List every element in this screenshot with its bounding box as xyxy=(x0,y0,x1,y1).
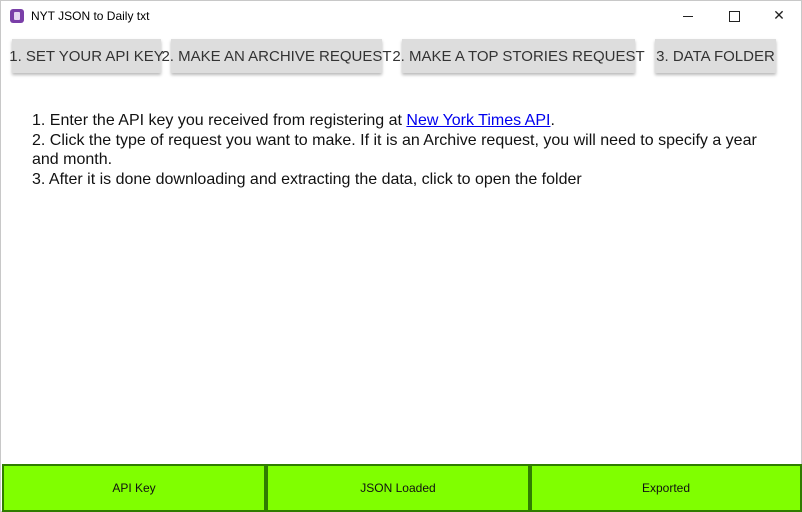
title-bar[interactable]: NYT JSON to Daily txt ✕ xyxy=(1,1,801,31)
instruction-step-1-suffix: . xyxy=(550,112,555,129)
window-title: NYT JSON to Daily txt xyxy=(31,9,150,23)
minimize-icon xyxy=(683,15,693,17)
status-api-key: API Key xyxy=(2,464,266,512)
instruction-step-1-text: 1. Enter the API key you received from r… xyxy=(32,112,407,129)
instructions: 1. Enter the API key you received from r… xyxy=(32,111,782,189)
instruction-step-1: 1. Enter the API key you received from r… xyxy=(32,111,782,131)
top-stories-request-button[interactable]: 2. MAKE A TOP STORIES REQUEST xyxy=(392,39,645,73)
nyt-api-link[interactable]: New York Times API xyxy=(406,112,550,129)
set-api-key-button[interactable]: 1. SET YOUR API KEY xyxy=(9,39,164,73)
status-exported: Exported xyxy=(530,464,802,512)
close-icon: ✕ xyxy=(773,8,785,24)
archive-request-button[interactable]: 2. MAKE AN ARCHIVE REQUEST xyxy=(161,39,392,73)
instruction-step-3: 3. After it is done downloading and extr… xyxy=(32,170,582,188)
data-folder-button[interactable]: 3. DATA FOLDER xyxy=(655,39,776,73)
app-icon xyxy=(10,9,24,23)
app-window: NYT JSON to Daily txt ✕ 1. SET YOUR API … xyxy=(0,0,802,512)
close-button[interactable]: ✕ xyxy=(756,1,802,31)
minimize-button[interactable] xyxy=(665,1,711,31)
status-json-loaded: JSON Loaded xyxy=(266,464,530,512)
maximize-icon xyxy=(728,10,740,22)
status-bar: API Key JSON Loaded Exported xyxy=(2,464,802,512)
instruction-step-2: 2. Click the type of request you want to… xyxy=(32,131,757,169)
maximize-button[interactable] xyxy=(711,1,757,31)
